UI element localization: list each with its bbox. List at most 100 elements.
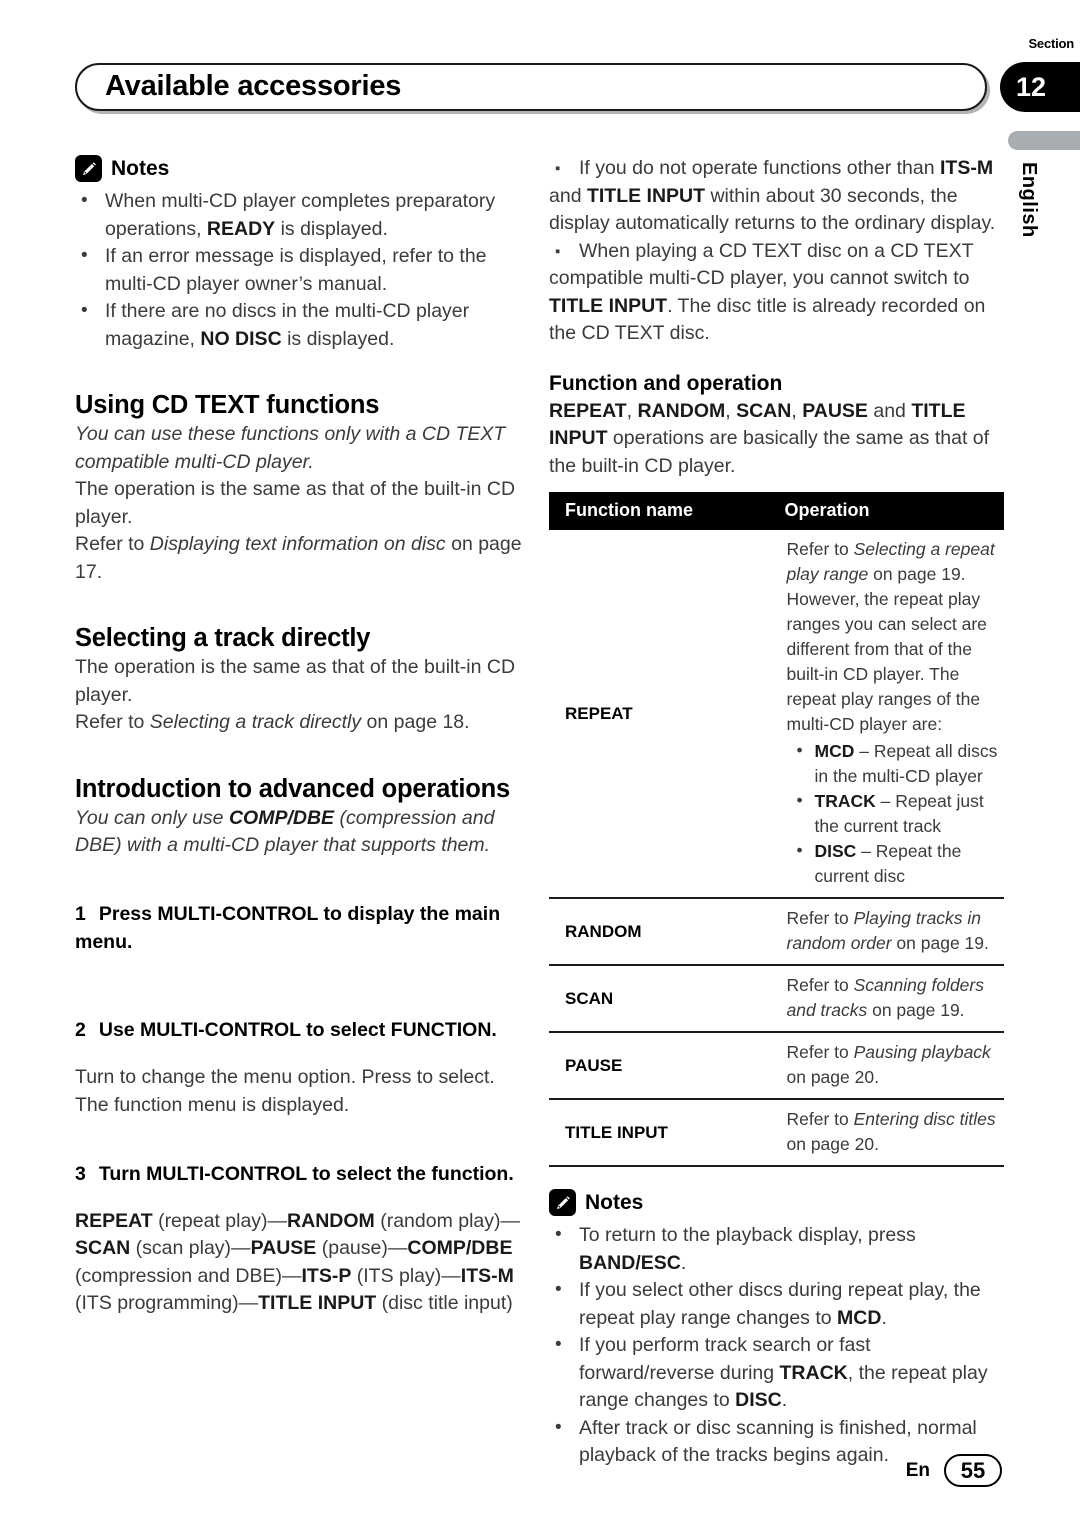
- step3-seq-part-6: PAUSE: [250, 1237, 317, 1259]
- note-top-right-0-part-2: and: [549, 184, 587, 207]
- fn-intro-part-4: SCAN: [736, 399, 792, 422]
- heading-selecting-track: Selecting a track directly: [75, 624, 371, 652]
- footer-page-number: 55: [944, 1454, 1002, 1487]
- operation-bullet-item: MCD – Repeat all discs in the multi-CD p…: [787, 738, 1001, 789]
- fn-intro-part-1: ,: [626, 399, 638, 422]
- step-3-text: Turn MULTI-CONTROL to select the functio…: [98, 1162, 514, 1185]
- operation-bullet-item: DISC – Repeat the current disc: [787, 838, 1001, 889]
- fn-intro-part-9: operations are basically the same as tha…: [549, 427, 990, 477]
- cell-function-name: RANDOM: [549, 898, 777, 966]
- note-right-2-part-4: .: [781, 1389, 788, 1411]
- step-1-text: Press MULTI-CONTROL to display the main …: [75, 903, 501, 953]
- note-right-1-part-1: MCD: [837, 1306, 882, 1329]
- advanced-intro: You can only use COMP/DBE (compression a…: [75, 805, 530, 860]
- step3-seq-part-1: (repeat play)—: [152, 1209, 288, 1232]
- refer-target: Displaying text information on disc: [149, 533, 446, 555]
- note-top-right-item: If you do not operate functions other th…: [549, 155, 1004, 238]
- step3-seq-part-14: TITLE INPUT: [258, 1292, 377, 1314]
- table-row: TITLE INPUT Refer to Entering disc titles…: [549, 1099, 1004, 1167]
- note-top-right-0-part-0: If you do not operate functions other th…: [579, 157, 940, 179]
- refer-target: Selecting a track directly: [149, 711, 362, 733]
- step-2-number: 2: [75, 1019, 86, 1041]
- step-3: 3 Turn MULTI-CONTROL to select the functi…: [75, 1161, 530, 1189]
- note-right-1-part-2: .: [881, 1306, 887, 1329]
- row-3-op-part-2: on page 20.: [786, 1067, 879, 1087]
- fn-intro-part-6: PAUSE: [802, 399, 868, 422]
- step-2: 2 Use MULTI-CONTROL to select FUNCTION.: [75, 1017, 530, 1045]
- refer-suffix: on page 18.: [361, 711, 470, 733]
- step3-seq-part-7: (pause)—: [316, 1237, 408, 1259]
- refer-prefix: Refer to: [75, 533, 150, 555]
- cd-text-body: The operation is the same as that of the…: [75, 478, 516, 528]
- table-body: REPEAT Refer to Selecting a repeat play r…: [549, 530, 1004, 1167]
- step3-seq-part-13: (ITS programming)—: [75, 1292, 259, 1314]
- row-0-bullet-2-part-0: DISC: [814, 841, 857, 861]
- step3-seq-part-9: (compression and DBE)—: [75, 1264, 302, 1287]
- row-1-op-part-0: Refer to: [786, 908, 854, 928]
- step-3-number: 3: [75, 1162, 86, 1185]
- step3-seq-part-0: REPEAT: [75, 1209, 153, 1232]
- note-left-0-part-1: READY: [206, 217, 276, 240]
- page-title: Available accessories: [105, 69, 402, 102]
- step3-seq-part-8: COMP/DBE: [407, 1237, 513, 1259]
- row-4-op-part-2: on page 20.: [786, 1134, 879, 1154]
- note-top-right-0-part-3: TITLE INPUT: [586, 184, 706, 207]
- cell-operation: Refer to Selecting a repeat play range o…: [776, 530, 1004, 899]
- note-left-0-part-2: is displayed.: [275, 217, 388, 240]
- note-top-right-0-part-1: ITS-M: [940, 157, 994, 179]
- row-2-op-part-2: on page 19.: [867, 1000, 965, 1020]
- cell-function-name: PAUSE: [549, 1032, 777, 1100]
- note-right-1-part-0: If you select other discs during repeat …: [579, 1279, 981, 1329]
- table-row: SCAN Refer to Scanning folders and tracks…: [549, 965, 1004, 1033]
- step-2-body-2: The function menu is displayed.: [75, 1093, 350, 1116]
- row-0-op-part-2: on page 19.: [868, 564, 966, 584]
- top-notes-list-right: If you do not operate functions other th…: [549, 155, 1004, 348]
- cell-function-name: TITLE INPUT: [549, 1099, 777, 1167]
- note-right-0-part-2: .: [680, 1251, 687, 1274]
- operation-bullet-list: MCD – Repeat all discs in the multi-CD p…: [787, 738, 1001, 889]
- notes-heading-right: Notes: [549, 1189, 1004, 1216]
- note-right-0-part-1: BAND/ESC: [579, 1251, 681, 1274]
- row-3-op-part-1: Pausing playback: [853, 1042, 991, 1062]
- cd-text-refer: Refer to Displaying text information on …: [75, 531, 530, 586]
- table-row: PAUSE Refer to Pausing playback on page 2…: [549, 1032, 1004, 1100]
- step3-seq-part-10: ITS-P: [301, 1264, 352, 1287]
- row-0-bullet-0-part-0: MCD: [814, 741, 855, 761]
- note-right-item: If you select other discs during repeat …: [549, 1276, 1004, 1332]
- track-body: The operation is the same as that of the…: [75, 656, 516, 706]
- step-3-function-sequence: REPEAT (repeat play)—RANDOM (random play…: [75, 1208, 530, 1318]
- advanced-intro-part-1: COMP/DBE: [228, 806, 335, 829]
- step-1-number: 1: [75, 903, 86, 925]
- step-1: 1 Press MULTI-CONTROL to display the main…: [75, 901, 530, 956]
- cell-operation: Refer to Playing tracks in random order …: [776, 898, 1004, 966]
- operation-bullet-item: TRACK – Repeat just the current track: [787, 788, 1001, 839]
- notes-heading-left: Notes: [75, 155, 530, 182]
- step3-seq-part-2: RANDOM: [287, 1209, 375, 1232]
- right-column: If you do not operate functions other th…: [549, 155, 1004, 1470]
- page-footer: En 55: [906, 1454, 1002, 1487]
- notes-label: Notes: [111, 156, 170, 180]
- left-column: Notes When multi-CD player completes pre…: [75, 155, 530, 1318]
- notes-list-left: When multi-CD player completes preparato…: [75, 187, 530, 353]
- row-0-bullet-1-part-0: TRACK: [814, 791, 876, 811]
- cell-function-name: REPEAT: [549, 530, 777, 899]
- note-left-2-part-2: is displayed.: [281, 327, 395, 350]
- column-header-operation: Operation: [776, 492, 1004, 530]
- note-top-right-1-part-1: TITLE INPUT: [549, 294, 668, 317]
- notes-label: Notes: [585, 1190, 644, 1214]
- manual-page: Available accessories Section 12 English…: [0, 0, 1080, 1529]
- cell-function-name: SCAN: [549, 965, 777, 1033]
- note-right-item: If you perform track search or fast forw…: [549, 1331, 1004, 1415]
- fn-intro-part-2: RANDOM: [637, 399, 726, 422]
- fn-intro-part-5: ,: [791, 399, 803, 422]
- row-0-op-part-4: However, the repeat play ranges you can …: [786, 589, 987, 734]
- section-label: Section: [1028, 36, 1074, 51]
- note-right-2-part-1: TRACK: [779, 1361, 848, 1384]
- heading-introduction-advanced: Introduction to advanced operations: [75, 774, 511, 803]
- cell-operation: Refer to Entering disc titles on page 20…: [776, 1099, 1004, 1167]
- note-right-0-part-0: To return to the playback display, press: [579, 1224, 916, 1246]
- table-row: RANDOM Refer to Playing tracks in random …: [549, 898, 1004, 966]
- section-number-badge: 12: [1000, 62, 1080, 112]
- table-header: Function name Operation: [549, 492, 1004, 530]
- cell-operation: Refer to Pausing playback on page 20.: [776, 1032, 1004, 1100]
